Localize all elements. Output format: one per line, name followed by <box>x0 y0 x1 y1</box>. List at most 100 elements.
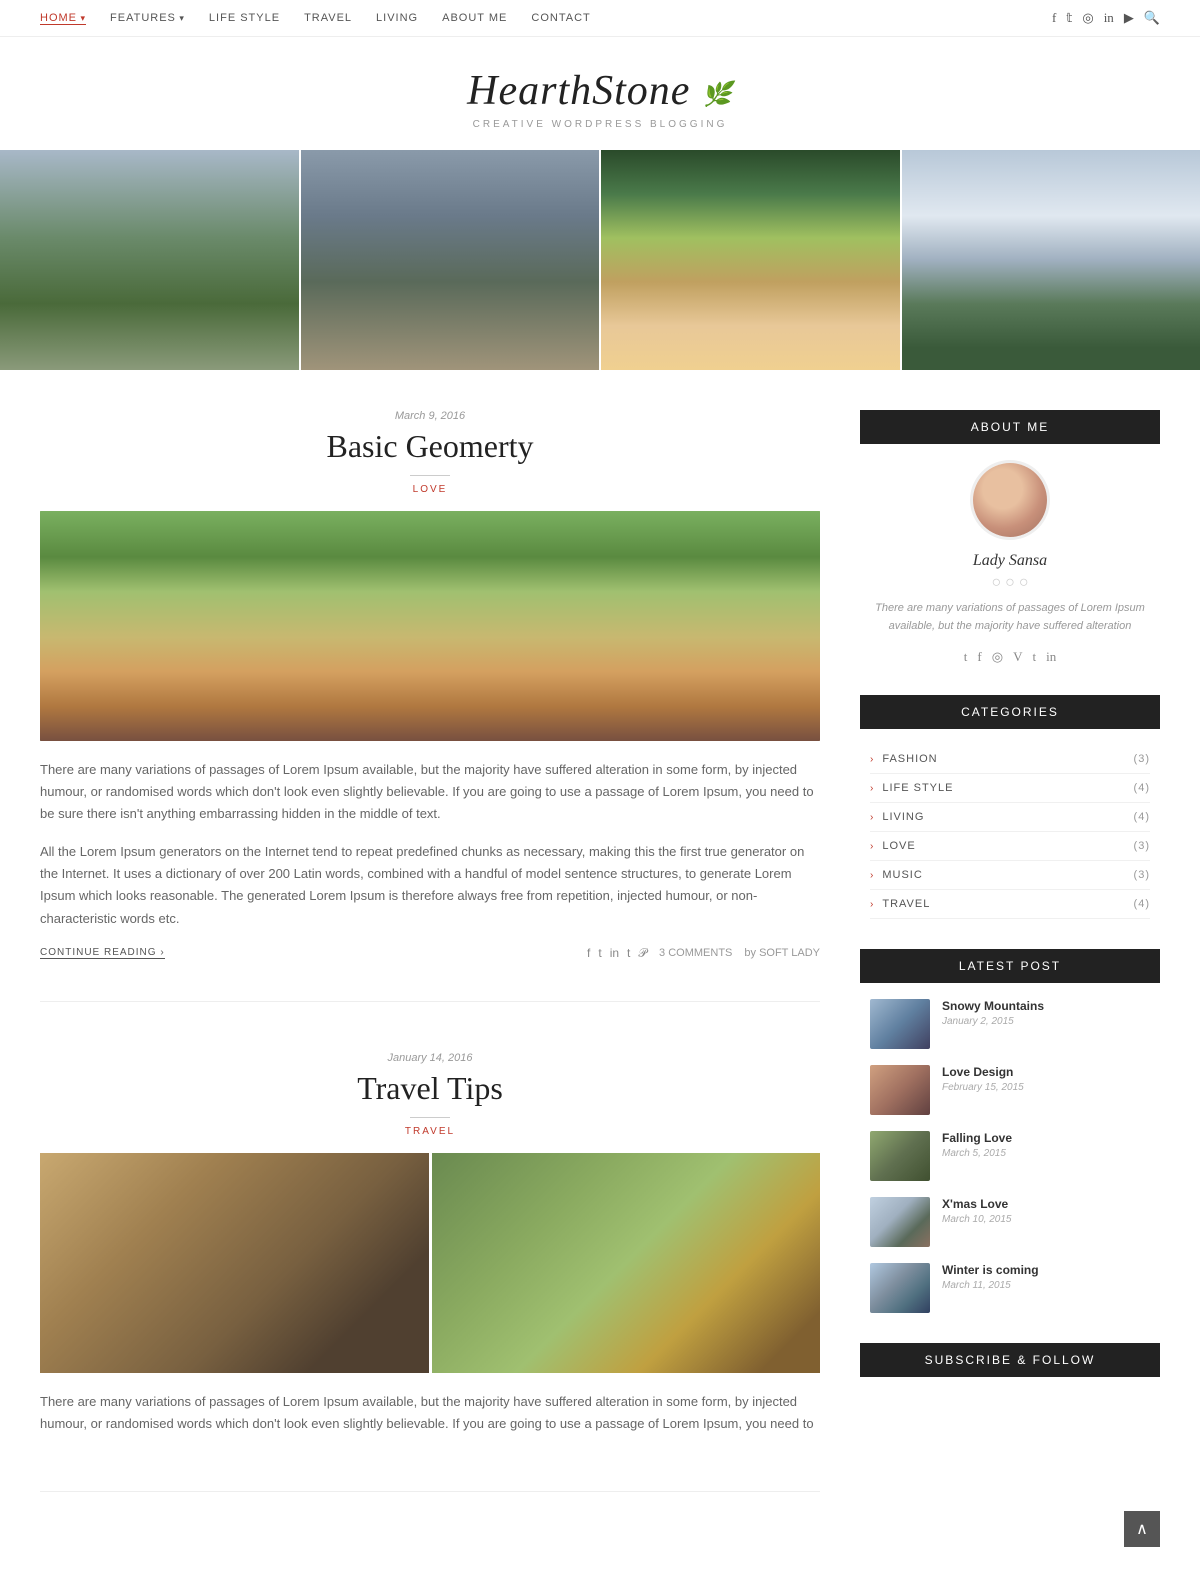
nav-home[interactable]: HOME <box>40 12 86 25</box>
latest-post-date-4: March 10, 2015 <box>942 1214 1012 1225</box>
youtube-icon[interactable]: ▶ <box>1124 10 1134 26</box>
category-count: (3) <box>1134 840 1150 852</box>
instagram-icon[interactable]: ◎ <box>1082 10 1093 26</box>
author-name: Lady Sansa <box>870 552 1150 570</box>
scroll-to-top-button[interactable]: ∧ <box>1124 1511 1160 1547</box>
latest-post-love-design[interactable]: Love Design February 15, 2015 <box>870 1065 1150 1115</box>
latest-post-date-2: February 15, 2015 <box>942 1082 1024 1093</box>
share-pinterest-icon[interactable]: 𝒫 <box>638 946 647 961</box>
latest-post-title: Latest Post <box>860 949 1160 983</box>
category-name: TRAVEL <box>882 898 930 910</box>
author-twitter-icon[interactable]: t <box>964 649 968 665</box>
linkedin-icon[interactable]: in <box>1104 10 1114 26</box>
twitter-icon[interactable]: 𝕥 <box>1066 10 1072 26</box>
subscribe-title: Subscribe & Follow <box>860 1343 1160 1377</box>
share-twitter-icon[interactable]: t <box>598 946 601 961</box>
category-count: (3) <box>1134 753 1150 765</box>
author-vimeo-icon[interactable]: V <box>1013 649 1022 665</box>
post-title-2: Travel Tips <box>40 1070 820 1107</box>
nav-aboutme[interactable]: ABOUT ME <box>442 12 507 24</box>
nav-travel[interactable]: TRAVEL <box>304 12 352 24</box>
continue-reading-button[interactable]: CONTINUE READING › <box>40 947 165 959</box>
chevron-icon: › <box>870 812 874 823</box>
latest-post-winter-coming[interactable]: Winter is coming March 11, 2015 <box>870 1263 1150 1313</box>
author-social-icons: t f ◎ V t in <box>870 649 1150 665</box>
nav-living[interactable]: LIVING <box>376 12 418 24</box>
latest-post-info-4: X'mas Love March 10, 2015 <box>942 1197 1012 1225</box>
search-icon[interactable]: 🔍 <box>1144 10 1160 26</box>
category-living[interactable]: › LIVING (4) <box>870 803 1150 832</box>
about-me-content: Lady Sansa ○ ○ ○ There are many variatio… <box>860 460 1160 665</box>
hero-panel-mountains[interactable] <box>902 150 1200 370</box>
post-meta-right: f t in t 𝒫 3 COMMENTS by SOFT LADY <box>587 946 820 961</box>
category-count: (4) <box>1134 898 1150 910</box>
post-image-couple-motorcycle <box>40 511 820 741</box>
hero-panel-forest[interactable] <box>0 150 299 370</box>
post-comments-count: 3 COMMENTS <box>659 947 732 959</box>
chevron-icon: › <box>870 783 874 794</box>
author-instagram-icon[interactable]: ◎ <box>992 649 1003 665</box>
category-lifestyle[interactable]: › LIFE STYLE (4) <box>870 774 1150 803</box>
latest-post-info-3: Falling Love March 5, 2015 <box>942 1131 1012 1159</box>
chevron-up-icon: ∧ <box>1136 1519 1148 1539</box>
latest-post-date-5: March 11, 2015 <box>942 1280 1039 1291</box>
post-share-icons: f t in t 𝒫 <box>587 946 647 961</box>
latest-post-title-3: Falling Love <box>942 1131 1012 1145</box>
hero-panel-girl[interactable] <box>301 150 600 370</box>
share-facebook-icon[interactable]: f <box>587 946 590 961</box>
category-name: LIVING <box>882 811 924 823</box>
author-facebook-icon[interactable]: f <box>977 649 981 665</box>
category-name: MUSIC <box>882 869 922 881</box>
latest-post-title-1: Snowy Mountains <box>942 999 1044 1013</box>
category-music[interactable]: › MUSIC (3) <box>870 861 1150 890</box>
latest-post-date-1: January 2, 2015 <box>942 1016 1044 1027</box>
nav-features[interactable]: FEATURES <box>110 12 185 24</box>
category-love[interactable]: › LOVE (3) <box>870 832 1150 861</box>
latest-post-falling-love[interactable]: Falling Love March 5, 2015 <box>870 1131 1150 1181</box>
author-tumblr-icon[interactable]: t <box>1032 649 1036 665</box>
category-name: LOVE <box>882 840 915 852</box>
category-count: (4) <box>1134 811 1150 823</box>
author-bio: There are many variations of passages of… <box>870 600 1150 635</box>
share-linkedin-icon[interactable]: in <box>610 946 619 961</box>
author-linkedin-icon[interactable]: in <box>1046 649 1056 665</box>
post-excerpt-1a: There are many variations of passages of… <box>40 759 820 825</box>
latest-post-info-1: Snowy Mountains January 2, 2015 <box>942 999 1044 1027</box>
category-name: LIFE STYLE <box>882 782 953 794</box>
site-tagline: CREATIVE WORDPRESS BLOGGING <box>20 119 1180 130</box>
category-name: FASHION <box>882 753 937 765</box>
subscribe-widget: Subscribe & Follow <box>860 1343 1160 1377</box>
chevron-icon: › <box>870 841 874 852</box>
category-travel[interactable]: › TRAVEL (4) <box>870 890 1150 919</box>
latest-post-xmas-love[interactable]: X'mas Love March 10, 2015 <box>870 1197 1150 1247</box>
latest-post-info-2: Love Design February 15, 2015 <box>942 1065 1024 1093</box>
hero-panel-food[interactable] <box>601 150 900 370</box>
post-basic-geometry: March 9, 2016 Basic Geomerty LOVE There … <box>40 410 820 1002</box>
chevron-icon: › <box>870 754 874 765</box>
travel-image-grid <box>40 1153 820 1373</box>
latest-post-date-3: March 5, 2015 <box>942 1148 1012 1159</box>
logo-leaf-decoration: 🌿 <box>702 80 733 109</box>
category-fashion[interactable]: › FASHION (3) <box>870 745 1150 774</box>
latest-post-thumb-4 <box>870 1197 930 1247</box>
post-category-2[interactable]: TRAVEL <box>40 1126 820 1137</box>
nav-contact[interactable]: CONTACT <box>531 12 590 24</box>
hero-gallery <box>0 150 1200 370</box>
post-travel-tips: January 14, 2016 Travel Tips TRAVEL Ther… <box>40 1052 820 1492</box>
latest-post-thumb-1 <box>870 999 930 1049</box>
post-author: by SOFT LADY <box>744 947 820 959</box>
categories-list: › FASHION (3) › LIFE STYLE (4) › LIVING … <box>860 745 1160 919</box>
top-navigation: HOME FEATURES LIFE STYLE TRAVEL LIVING A… <box>0 0 1200 37</box>
latest-post-snowy-mountains[interactable]: Snowy Mountains January 2, 2015 <box>870 999 1150 1049</box>
latest-post-title-4: X'mas Love <box>942 1197 1012 1211</box>
post-date-1: March 9, 2016 <box>40 410 820 422</box>
post-excerpt-1b: All the Lorem Ipsum generators on the In… <box>40 841 820 929</box>
chevron-icon: › <box>870 899 874 910</box>
post-category-1[interactable]: LOVE <box>40 484 820 495</box>
facebook-icon[interactable]: f <box>1052 10 1056 26</box>
nav-lifestyle[interactable]: LIFE STYLE <box>209 12 280 24</box>
main-content: March 9, 2016 Basic Geomerty LOVE There … <box>40 410 820 1542</box>
categories-title: Categories <box>860 695 1160 729</box>
share-tumblr-icon[interactable]: t <box>627 946 630 961</box>
latest-post-thumb-3 <box>870 1131 930 1181</box>
